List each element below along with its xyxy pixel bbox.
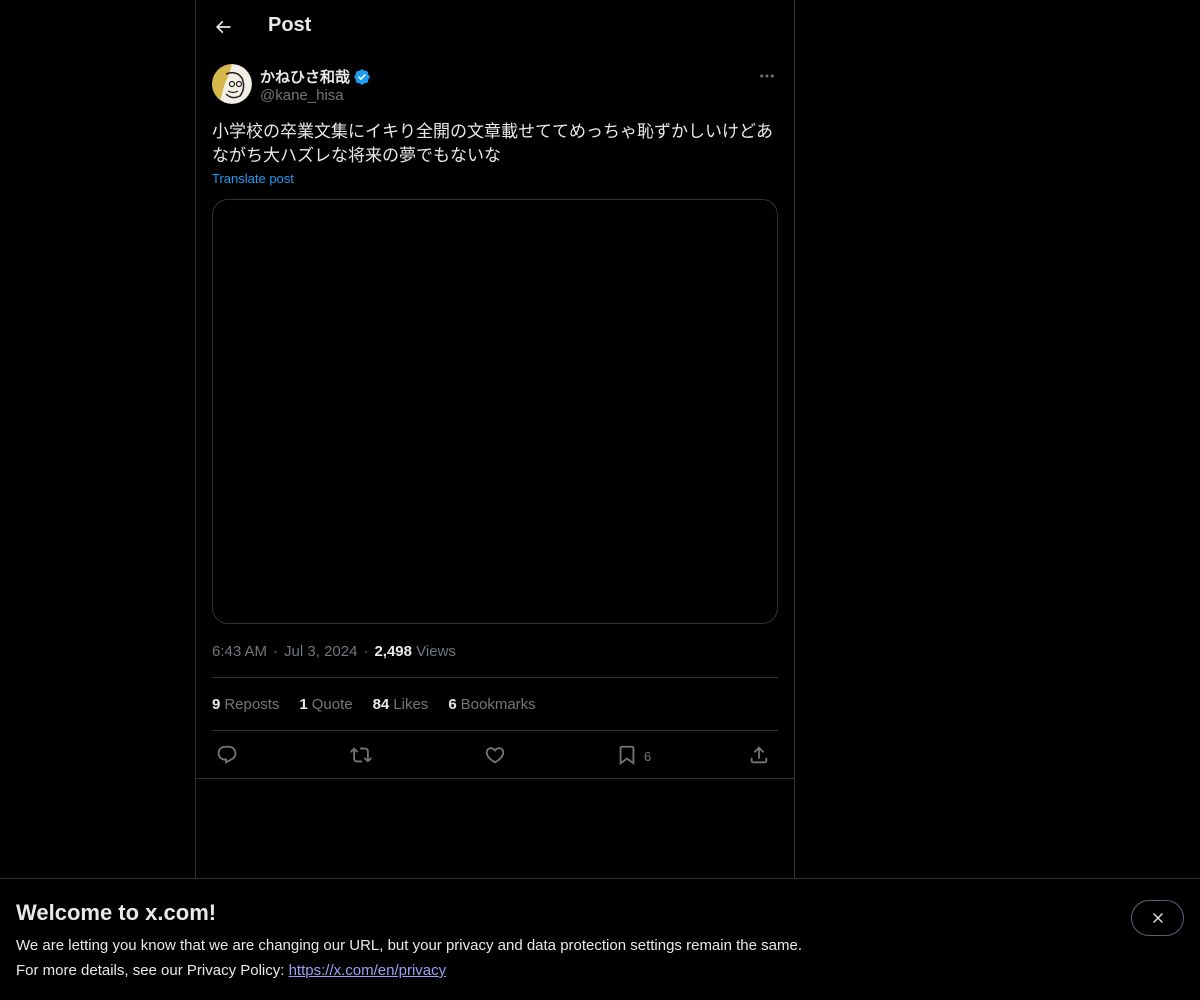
meta-separator: · xyxy=(363,643,369,660)
verified-badge-icon xyxy=(354,68,370,85)
more-horizontal-icon xyxy=(760,74,774,78)
banner-details: For more details, see our Privacy Policy… xyxy=(16,962,446,979)
arrow-left-icon xyxy=(215,20,231,34)
reposts-label: Reposts xyxy=(224,696,280,713)
reply-icon xyxy=(217,745,237,764)
reposts-stat[interactable]: 9 Reposts xyxy=(212,696,279,713)
post-date[interactable]: Jul 3, 2024 xyxy=(284,643,357,660)
page-title: Post xyxy=(268,14,312,36)
quotes-count: 1 xyxy=(299,696,308,713)
reposts-count: 9 xyxy=(212,696,221,713)
welcome-banner: Welcome to x.com! We are letting you kno… xyxy=(0,878,1200,1000)
quotes-stat[interactable]: 1 Quote xyxy=(299,696,352,713)
post-text-line: 小学校の卒業文集にイキり全開の文章載せててめっちゃ恥ずかしいけどあ xyxy=(212,122,773,141)
meta-separator: · xyxy=(273,643,279,660)
author-handle[interactable]: @kane_hisa xyxy=(260,87,344,104)
close-banner-button[interactable] xyxy=(1131,900,1184,936)
banner-title: Welcome to x.com! xyxy=(16,900,217,925)
views-count: 2,498 xyxy=(374,643,412,660)
post-time[interactable]: 6:43 AM xyxy=(212,643,267,660)
banner-details-text: For more details, see our Privacy Policy… xyxy=(16,962,289,979)
avatar[interactable] xyxy=(212,64,252,104)
post-stats: 9 Reposts 1 Quote 84 Likes 6 Bookmarks xyxy=(212,696,536,713)
divider xyxy=(212,677,778,678)
back-button[interactable] xyxy=(208,10,238,44)
author-name-text: かねひさ和哉 xyxy=(260,69,351,86)
likes-label: Likes xyxy=(393,696,429,713)
post-media[interactable] xyxy=(212,199,778,624)
bookmark-count: 6 xyxy=(644,749,652,764)
bookmarks-label: Bookmarks xyxy=(460,696,536,713)
heart-icon xyxy=(485,747,505,764)
like-button[interactable] xyxy=(484,740,506,770)
divider xyxy=(212,730,778,731)
close-icon xyxy=(1152,913,1163,923)
views-label: Views xyxy=(416,643,456,660)
divider xyxy=(196,778,794,779)
main-column: Post かねひさ和哉 @kane_hisa 小学校の卒業文集にイキり全開の文章… xyxy=(195,0,795,878)
post-text: 小学校の卒業文集にイキり全開の文章載せててめっちゃ恥ずかしいけどあ ながち大ハズ… xyxy=(212,120,782,168)
post-actions: 6 xyxy=(212,740,778,770)
share-button[interactable] xyxy=(748,740,770,770)
share-icon xyxy=(750,746,768,764)
author-name[interactable]: かねひさ和哉 xyxy=(260,66,371,87)
avatar-image xyxy=(212,64,252,104)
reply-button[interactable] xyxy=(216,740,238,770)
likes-count: 84 xyxy=(372,696,390,713)
repost-button[interactable] xyxy=(350,740,372,770)
top-bar: Post xyxy=(196,0,794,53)
post-meta: 6:43 AM · Jul 3, 2024 · 2,498 Views xyxy=(212,643,456,660)
post-text-line: ながち大ハズレな将来の夢でもないな xyxy=(212,146,501,165)
bookmark-icon xyxy=(619,745,635,766)
repost-icon xyxy=(350,747,372,763)
more-options-button[interactable] xyxy=(752,64,782,88)
bookmarks-stat[interactable]: 6 Bookmarks xyxy=(448,696,535,713)
privacy-policy-link[interactable]: https://x.com/en/privacy xyxy=(289,962,447,979)
quotes-label: Quote xyxy=(311,696,353,713)
banner-message: We are letting you know that we are chan… xyxy=(16,937,802,954)
translate-post-link[interactable]: Translate post xyxy=(212,171,294,186)
likes-stat[interactable]: 84 Likes xyxy=(373,696,429,713)
bookmark-button[interactable]: 6 xyxy=(616,740,651,770)
bookmarks-count: 6 xyxy=(448,696,457,713)
